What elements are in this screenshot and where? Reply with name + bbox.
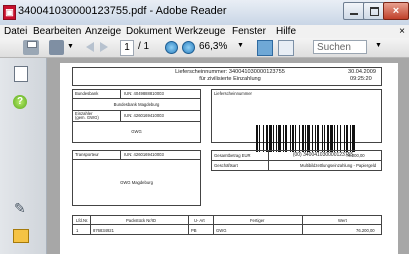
search-dropdown-icon[interactable]: ▼ [375,42,382,49]
page-total: / 1 [138,41,150,52]
divider [120,89,121,98]
help-icon[interactable]: ? [13,95,27,109]
bundesbank-label: Bundesbank [75,91,99,96]
table-header-uart: U- Art [194,218,205,223]
navigate-icon[interactable] [49,40,64,55]
einzahler-sublabel: (gem. GWG) [75,115,99,120]
bundesbank-name: Bundesbank Magdeburg [113,102,160,107]
fit-page-icon[interactable] [257,40,273,56]
table-header-packstueck: Packstück Nr/ID [126,218,157,223]
table-cell-wert: 76.200,00 [356,228,375,233]
chevron-down-icon[interactable]: ▼ [67,43,74,50]
minimize-button[interactable] [343,2,365,20]
zoom-dropdown-icon[interactable]: ▼ [237,42,244,49]
transporteur-iun: IUN: 4260169410003 [124,152,164,157]
einzahler-iun: IUN: 4260169410003 [124,113,164,118]
divider [72,98,201,99]
window-title: 340041030000123755.pdf - Adobe Reader [18,5,227,17]
menu-dokument[interactable]: Dokument [126,25,172,38]
header-date: 30.04.2009 [348,69,376,75]
header-subtitle: für zivilisierte Einzahlung [199,76,261,82]
zoom-out-icon[interactable] [165,41,178,54]
zoom-in-icon[interactable] [182,41,195,54]
adobe-reader-window: ▣ 340041030000123755.pdf - Adobe Reader … [0,0,409,254]
table-cell-uart: PB [191,228,197,233]
menu-bar: Datei Bearbeiten Anzeige Dokument Werkze… [0,25,409,38]
fit-width-icon[interactable] [278,40,294,56]
menu-datei[interactable]: Datei [4,25,27,38]
barcode [256,125,390,152]
table-header-fertiger: Fertiger [250,218,265,223]
barcode-bar [355,125,356,152]
page-number-input[interactable]: 1 [120,40,134,56]
table-cell-lfdnr: 1 [76,228,79,233]
gesamtbetrag-value: 76.200,00 [346,153,365,158]
header-time: 09:25:20 [350,76,372,82]
search-input[interactable]: Suchen [313,40,367,54]
print-icon[interactable] [23,40,39,55]
next-page-icon[interactable] [100,42,108,52]
attachments-icon[interactable]: ✎ [14,200,26,217]
menu-fenster[interactable]: Fenster [232,25,266,38]
geschaeftsart-value: Multibildzettlungseinzahlung - Papiergel… [300,163,377,168]
transporteur-label: Transporteur [75,152,99,157]
einzahler-name: GWG [131,129,142,134]
items-table [72,215,382,235]
gesamtbetrag-label: Gesamtbetrag EUR [214,153,251,158]
divider [72,159,201,160]
geschaeftsart-label: Geschäftsart [214,163,238,168]
transporteur-name: GWG Magdeburg [120,180,153,185]
divider [90,215,91,235]
divider [211,160,382,161]
table-cell-fertiger: GWG [216,228,227,233]
divider [72,121,201,122]
divider [213,215,214,235]
title-bar: ▣ 340041030000123755.pdf - Adobe Reader … [0,0,409,25]
menu-anzeige[interactable]: Anzeige [85,25,121,38]
divider [120,150,121,159]
divider [302,215,303,235]
previous-page-icon[interactable] [86,42,94,52]
comments-icon[interactable] [13,229,29,243]
pages-icon[interactable] [14,66,28,82]
divider [72,224,382,225]
table-header-lfdnr: Lfd.Nr. [76,218,89,223]
menu-werkzeuge[interactable]: Werkzeuge [175,25,225,38]
zoom-level[interactable]: 66,3% [199,41,227,52]
divider [188,215,189,235]
divider [268,150,269,171]
navigation-pane: ? ✎ [0,58,47,254]
minimize-icon [350,13,358,15]
bundesbank-iun: IUN: 4049888810003 [124,91,164,96]
table-header-wert: Wert [338,218,347,223]
barcode-label: Lieferscheinnummer [214,91,252,96]
adobe-reader-icon: ▣ [3,5,16,20]
document-close-button[interactable]: × [399,25,405,38]
close-icon: × [392,5,400,17]
divider [120,110,121,121]
menu-bearbeiten[interactable]: Bearbeiten [33,25,81,38]
close-button[interactable]: × [383,2,409,20]
header-title: Lieferscheinnummer: 340041030000123755 [175,69,285,75]
menu-hilfe[interactable]: Hilfe [276,25,296,38]
maximize-button[interactable] [363,2,385,20]
table-cell-packstueck: 876834921 [93,228,114,233]
maximize-icon [370,7,379,16]
